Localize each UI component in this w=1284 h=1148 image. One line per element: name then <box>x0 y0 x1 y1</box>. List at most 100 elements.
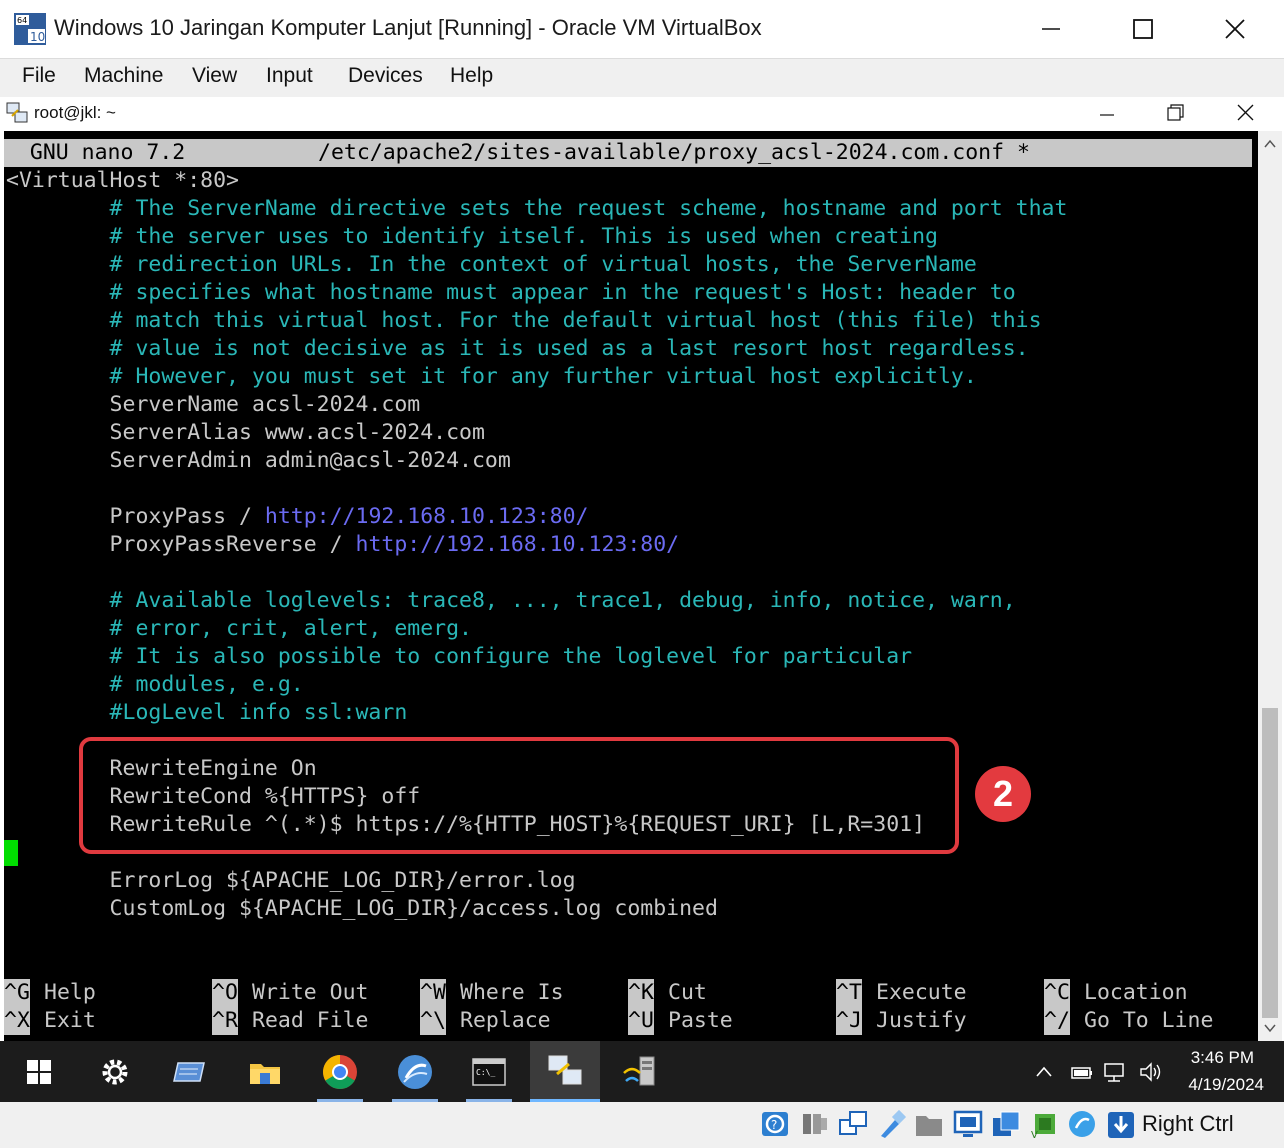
svg-text:C:\_: C:\_ <box>476 1068 495 1077</box>
shortcut-label: Justify <box>876 1008 967 1033</box>
start-button[interactable] <box>4 1041 74 1102</box>
code-line-text: ProxyPassReverse / <box>6 532 356 557</box>
step-number-badge: 2 <box>975 766 1031 822</box>
putty-title-bar <box>0 97 1284 130</box>
minimize-button[interactable] <box>1005 0 1097 58</box>
svg-text:V: V <box>1031 1130 1038 1140</box>
menu-view[interactable]: View <box>192 64 237 88</box>
shortcut-label: Help <box>44 980 96 1005</box>
code-comment-line: # modules, e.g. <box>6 671 304 699</box>
code-line-text: # Available loglevels: trace8, ..., trac… <box>6 588 1016 613</box>
code-line-text: # match this virtual host. For the defau… <box>6 308 1042 333</box>
taskbar-settings[interactable] <box>80 1041 150 1102</box>
code-line-text: # The ServerName directive sets the requ… <box>6 196 1068 221</box>
maximize-button[interactable] <box>1097 0 1189 58</box>
usb-icon[interactable] <box>877 1108 907 1140</box>
menu-machine[interactable]: Machine <box>84 64 163 88</box>
network-tool-icon <box>623 1056 655 1085</box>
shortcut-key: ^J <box>836 1007 862 1035</box>
putty-restore-button[interactable] <box>1164 102 1188 124</box>
menu-input[interactable]: Input <box>266 64 313 88</box>
clock-time[interactable]: 3:46 PM <box>1180 1048 1254 1068</box>
taskbar-cmd[interactable]: C:\_ <box>454 1041 524 1102</box>
menu-file[interactable]: File <box>22 64 56 88</box>
shortcut-key: ^G <box>4 979 30 1007</box>
taskbar-chrome[interactable] <box>305 1041 375 1102</box>
taskbar-fedora[interactable] <box>380 1041 450 1102</box>
scroll-up-arrow-icon[interactable] <box>1262 136 1278 152</box>
putty-close-button[interactable] <box>1234 102 1258 124</box>
code-comment-line: # error, crit, alert, emerg. <box>6 615 472 643</box>
nano-version: GNU nano 7.2 <box>4 140 186 165</box>
code-comment-line: # specifies what hostname must appear in… <box>6 279 1016 307</box>
proxy-url: http://192.168.10.123:80/ <box>264 504 589 529</box>
battery-icon[interactable] <box>1068 1060 1094 1084</box>
code-comment-line: # match this virtual host. For the defau… <box>6 307 1042 335</box>
code-line-text: # the server uses to identify itself. Th… <box>6 224 938 249</box>
audio-device-icon[interactable] <box>799 1108 829 1140</box>
shortcut-key: ^/ <box>1044 1007 1070 1035</box>
display-icon[interactable] <box>953 1108 983 1140</box>
code-line: ErrorLog ${APACHE_LOG_DIR}/error.log <box>6 867 576 895</box>
putty-icon <box>548 1055 582 1085</box>
putty-minimize-button[interactable] <box>1096 104 1120 124</box>
code-line: ProxyPass / http://192.168.10.123:80/ <box>6 503 589 531</box>
proxy-url: http://192.168.10.123:80/ <box>355 532 680 557</box>
maximize-icon <box>1133 19 1153 39</box>
shared-folder-icon[interactable] <box>914 1108 944 1140</box>
shortcut-key: ^U <box>628 1007 654 1035</box>
rewrite-rules-highlight <box>79 737 959 854</box>
show-hidden-icons-chevron-icon[interactable] <box>1034 1062 1054 1082</box>
chrome-icon <box>323 1054 357 1089</box>
code-line: ProxyPassReverse / http://192.168.10.123… <box>6 531 680 559</box>
cpu-virtualization-icon[interactable]: V <box>1029 1108 1059 1141</box>
restore-icon <box>1167 104 1184 121</box>
scroll-down-arrow-icon[interactable] <box>1262 1020 1278 1036</box>
menu-devices[interactable]: Devices <box>348 64 423 88</box>
mouse-integration-icon[interactable] <box>1067 1108 1097 1140</box>
cmd-icon: C:\_ <box>472 1057 506 1086</box>
windows-start-icon <box>27 1059 51 1084</box>
code-line: <VirtualHost *:80> <box>6 167 239 195</box>
virtualbox-app-icon: 64 10 <box>14 13 46 45</box>
network-icon[interactable] <box>1102 1060 1128 1084</box>
clock-date[interactable]: 4/19/2024 <box>1170 1075 1264 1095</box>
shortcut-key: ^R <box>212 1007 238 1035</box>
host-key-label: Right Ctrl <box>1142 1111 1234 1136</box>
code-comment-line: # value is not decisive as it is used as… <box>6 335 1029 363</box>
close-icon <box>1237 104 1254 121</box>
code-line-text: # value is not decisive as it is used as… <box>6 336 1029 361</box>
code-line-text: # modules, e.g. <box>6 672 304 697</box>
recording-icon[interactable] <box>991 1108 1021 1140</box>
taskbar-file-explorer[interactable] <box>230 1041 300 1102</box>
volume-icon[interactable] <box>1138 1060 1164 1084</box>
shortcut-key: ^X <box>4 1007 30 1035</box>
scrollbar-thumb[interactable] <box>1262 708 1278 1018</box>
code-comment-line: # redirection URLs. In the context of vi… <box>6 251 977 279</box>
code-line-text: ServerName acsl-2024.com <box>6 392 421 417</box>
shortcut-label: Replace <box>460 1008 551 1033</box>
shortcut-key: ^W <box>420 979 446 1007</box>
taskbar-putty[interactable] <box>530 1041 600 1102</box>
shortcut-key: ^O <box>212 979 238 1007</box>
vbox-window-title: Windows 10 Jaringan Komputer Lanjut [Run… <box>54 15 762 40</box>
taskbar-vmware[interactable] <box>154 1041 224 1102</box>
code-line-text: ServerAdmin admin@acsl-2024.com <box>6 448 511 473</box>
optical-drive-icon[interactable]: ? <box>760 1108 790 1140</box>
close-button[interactable] <box>1189 0 1281 58</box>
code-line-text: # redirection URLs. In the context of vi… <box>6 252 977 277</box>
icon-badge-text: 10 <box>30 30 45 44</box>
code-comment-line: #LogLevel info ssl:warn <box>6 699 408 727</box>
shortcut-label: Exit <box>44 1008 96 1033</box>
code-comment-line: # the server uses to identify itself. Th… <box>6 223 938 251</box>
keyboard-capture-icon[interactable] <box>1106 1108 1136 1140</box>
network-adapter-icon[interactable] <box>838 1108 868 1140</box>
close-icon <box>1225 19 1245 39</box>
shortcut-key: ^T <box>836 979 862 1007</box>
settings-icon <box>102 1059 128 1084</box>
menu-help[interactable]: Help <box>450 64 493 88</box>
terminal-cursor <box>4 840 18 866</box>
code-line: ServerAdmin admin@acsl-2024.com <box>6 447 511 475</box>
shortcut-label: Read File <box>252 1008 369 1033</box>
taskbar-network-tool[interactable] <box>605 1041 675 1102</box>
